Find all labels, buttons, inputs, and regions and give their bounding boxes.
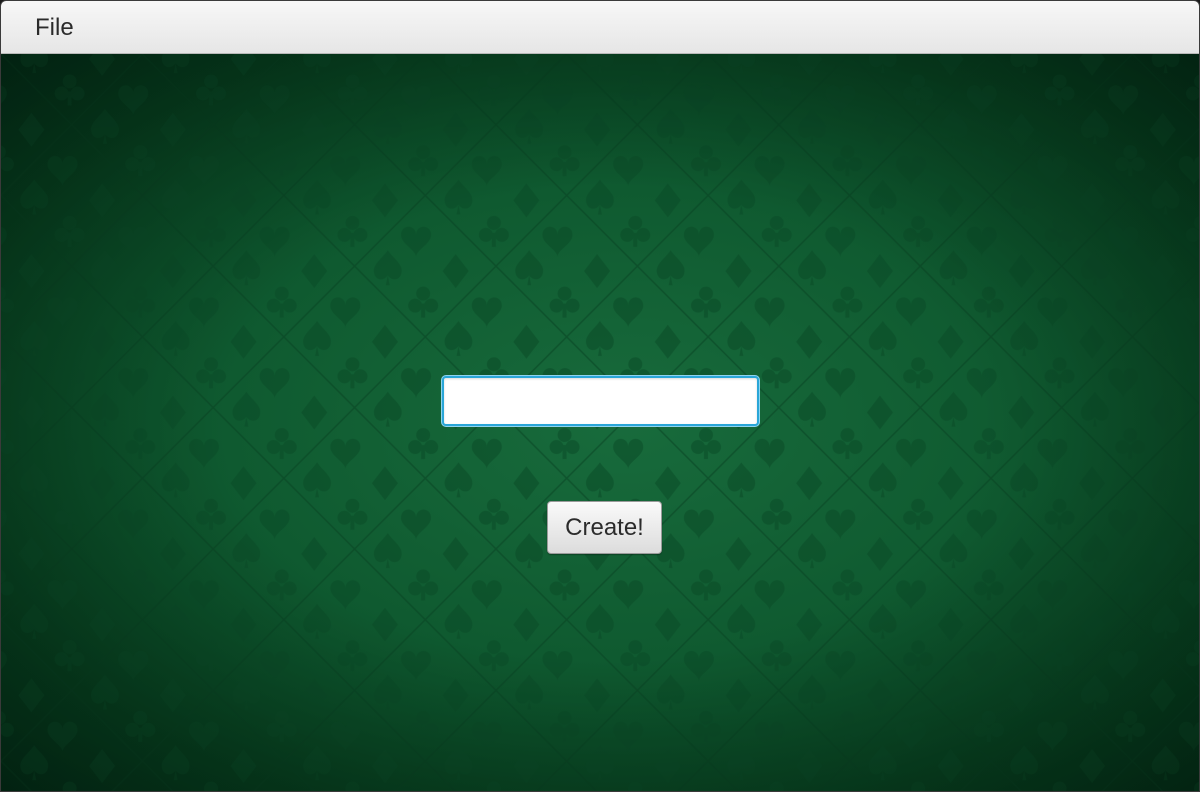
menu-file[interactable]: File bbox=[23, 1, 86, 54]
card-table-background: Create! bbox=[1, 54, 1199, 791]
create-button[interactable]: Create! bbox=[547, 501, 662, 554]
app-window: File Create! bbox=[0, 0, 1200, 792]
name-input[interactable] bbox=[442, 376, 759, 426]
menu-bar: File bbox=[1, 1, 1199, 54]
